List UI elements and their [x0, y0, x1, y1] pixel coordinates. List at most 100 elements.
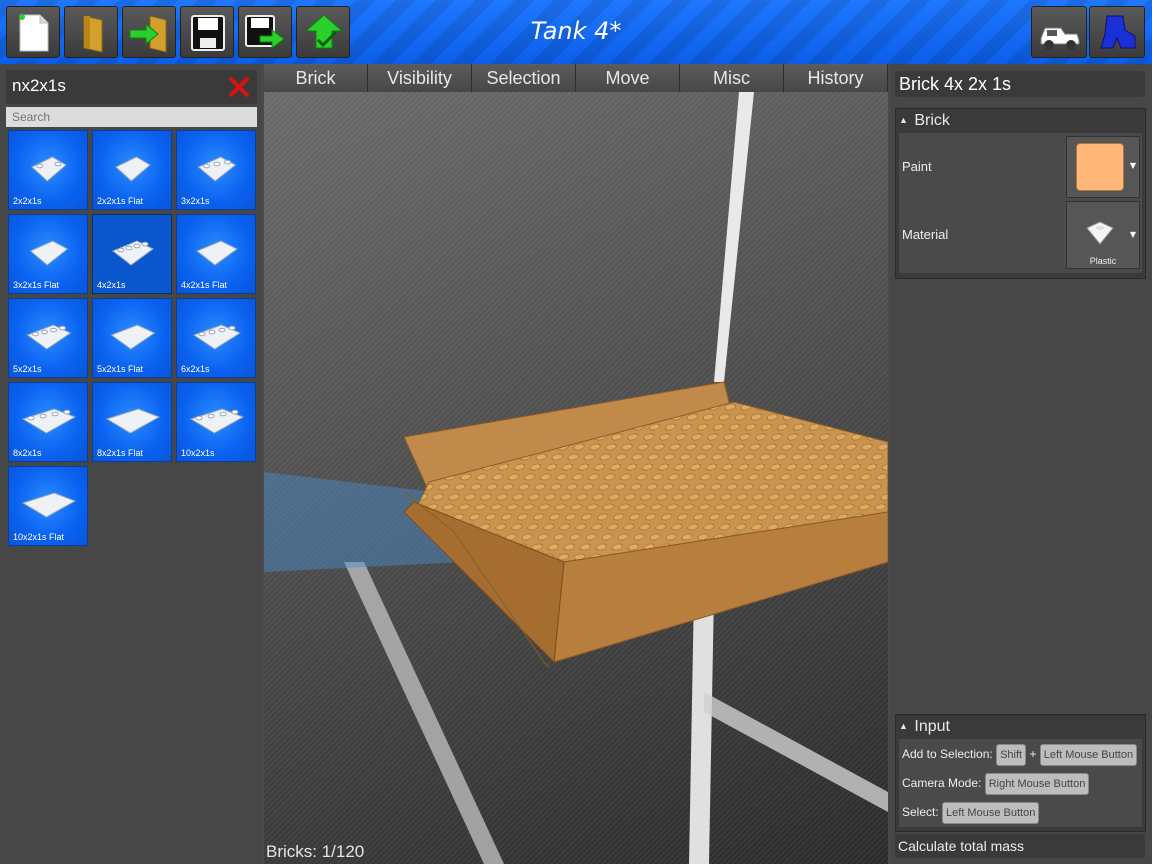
paint-picker[interactable]: ▼	[1066, 136, 1140, 198]
collapse-triangle-icon: ▲	[899, 721, 908, 731]
add-to-selection-label: Add to Selection:	[902, 747, 993, 761]
plastic-material-icon	[1086, 221, 1114, 245]
brick-tile-label: 6x2x1s	[181, 364, 210, 374]
open-button[interactable]	[64, 6, 118, 58]
save-as-icon	[245, 15, 285, 49]
brick-section-title: Brick	[914, 112, 950, 129]
open-folder-icon	[83, 15, 103, 53]
brick-preview-icon	[105, 408, 161, 434]
brick-tile-label: 8x2x1s Flat	[97, 448, 144, 458]
brick-tile[interactable]: 10x2x1s	[176, 382, 256, 462]
scene-render	[264, 92, 888, 864]
brick-tile[interactable]: 4x2x1s	[92, 214, 172, 294]
brick-tile-label: 10x2x1s	[181, 448, 215, 458]
brick-tile[interactable]: 8x2x1s Flat	[92, 382, 172, 462]
brick-count: Bricks: 1/120	[266, 842, 365, 861]
collapse-triangle-icon: ▲	[899, 115, 908, 125]
upload-icon	[304, 14, 344, 49]
brick-tile[interactable]: 2x2x1s Flat	[92, 130, 172, 210]
left-mouse-key: Left Mouse Button	[1039, 744, 1138, 766]
brick-tile[interactable]: 5x2x1s	[8, 298, 88, 378]
brick-preview-icon	[31, 156, 67, 182]
brick-tile[interactable]: 5x2x1s Flat	[92, 298, 172, 378]
brick-tile-label: 2x2x1s Flat	[97, 196, 144, 206]
character-mode-button[interactable]	[1089, 6, 1145, 58]
menu-move[interactable]: Move	[576, 64, 680, 92]
select-label: Select:	[902, 805, 939, 819]
camera-mode-row: Camera Mode: Right Mouse Button	[902, 773, 1090, 795]
viewport-menu-bar: Brick Visibility Selection Move Misc His…	[264, 64, 888, 92]
brick-tile-label: 8x2x1s	[13, 448, 42, 458]
brick-tile[interactable]: 8x2x1s	[8, 382, 88, 462]
brick-preview-icon	[110, 324, 156, 350]
save-button[interactable]	[180, 6, 234, 58]
grid-beam	[689, 592, 714, 864]
menu-history[interactable]: History	[784, 64, 888, 92]
brick-tile[interactable]: 3x2x1s Flat	[8, 214, 88, 294]
character-icon	[1100, 15, 1136, 49]
plus-sign: +	[1029, 747, 1037, 761]
calculate-mass-button[interactable]: Calculate total mass	[895, 834, 1145, 858]
search-input[interactable]	[6, 107, 257, 127]
brick-tile-label: 4x2x1s	[97, 280, 126, 290]
brick-tile[interactable]: 10x2x1s Flat	[8, 466, 88, 546]
brick-tile-label: 2x2x1s	[13, 196, 42, 206]
brick-tile-label: 3x2x1s	[181, 196, 210, 206]
menu-selection[interactable]: Selection	[472, 64, 576, 92]
brick-tile[interactable]: 4x2x1s Flat	[176, 214, 256, 294]
grid-beam	[714, 92, 754, 382]
brick-preview-icon	[192, 324, 242, 350]
brick-tile-label: 3x2x1s Flat	[13, 280, 60, 290]
input-section: ▲ Input Add to Selection: Shift + Left M…	[895, 714, 1146, 832]
brick-tile[interactable]: 2x2x1s	[8, 130, 88, 210]
3d-viewport[interactable]	[264, 92, 888, 864]
brick-library-panel: nx2x1s 2x2x1s 2x2x1s Flat 3x2x1s 3x2x1s Fla…	[0, 64, 262, 864]
brick-tile-label: 5x2x1s Flat	[97, 364, 144, 374]
brick-tile-label: 5x2x1s	[13, 364, 42, 374]
select-row: Select: Left Mouse Button	[902, 802, 1040, 824]
menu-misc[interactable]: Misc	[680, 64, 784, 92]
new-file-button[interactable]	[6, 6, 60, 58]
save-as-button[interactable]	[238, 6, 292, 58]
input-section-title: Input	[914, 718, 950, 735]
brick-preview-icon	[197, 156, 237, 182]
brick-tile-label: 10x2x1s Flat	[13, 532, 65, 542]
brick-preview-icon	[21, 408, 77, 434]
category-filter: nx2x1s	[6, 70, 257, 104]
material-value: Plastic	[1089, 256, 1117, 266]
brick-tile[interactable]: 3x2x1s	[176, 130, 256, 210]
input-section-header[interactable]: ▲ Input	[896, 715, 1145, 739]
material-picker[interactable]: ▼ Plastic	[1066, 201, 1140, 269]
top-toolbar: Tank 4*	[0, 0, 1152, 64]
camera-mode-label: Camera Mode:	[902, 776, 982, 790]
brick-preview-icon	[189, 408, 245, 434]
menu-brick[interactable]: Brick	[264, 64, 368, 92]
material-label: Material	[902, 227, 949, 242]
vehicle-mode-button[interactable]	[1031, 6, 1087, 58]
inspector-panel: Brick 4x 2x 1s ▲ Brick Paint ▼ Material …	[890, 64, 1152, 864]
brick-section: ▲ Brick Paint ▼ Material ▼ Plastic	[895, 108, 1146, 279]
brick-preview-icon	[29, 240, 69, 266]
brick-preview-icon	[26, 324, 72, 350]
dropdown-arrow-icon: ▼	[1129, 230, 1136, 239]
brick-tile[interactable]: 6x2x1s	[176, 298, 256, 378]
grid-beam	[344, 562, 504, 864]
clear-filter-icon[interactable]	[226, 74, 252, 100]
selected-brick-name: Brick 4x 2x 1s	[895, 71, 1145, 97]
brick-preview-icon	[115, 156, 151, 182]
menu-visibility[interactable]: Visibility	[368, 64, 472, 92]
import-icon	[129, 15, 167, 53]
vehicle-icon	[1040, 27, 1080, 50]
brick-section-header[interactable]: ▲ Brick	[896, 109, 1145, 133]
brick-preview-icon	[196, 240, 238, 266]
dropdown-arrow-icon: ▼	[1129, 161, 1136, 170]
document-title: Tank 4*	[530, 17, 622, 45]
paint-label: Paint	[902, 159, 932, 174]
brick-preview-icon	[21, 492, 77, 518]
grid-beam	[704, 692, 888, 812]
upload-button[interactable]	[296, 6, 350, 58]
import-button[interactable]	[122, 6, 176, 58]
brick-preview-icon	[112, 240, 154, 266]
save-icon	[191, 15, 225, 51]
shift-key: Shift	[996, 744, 1027, 766]
